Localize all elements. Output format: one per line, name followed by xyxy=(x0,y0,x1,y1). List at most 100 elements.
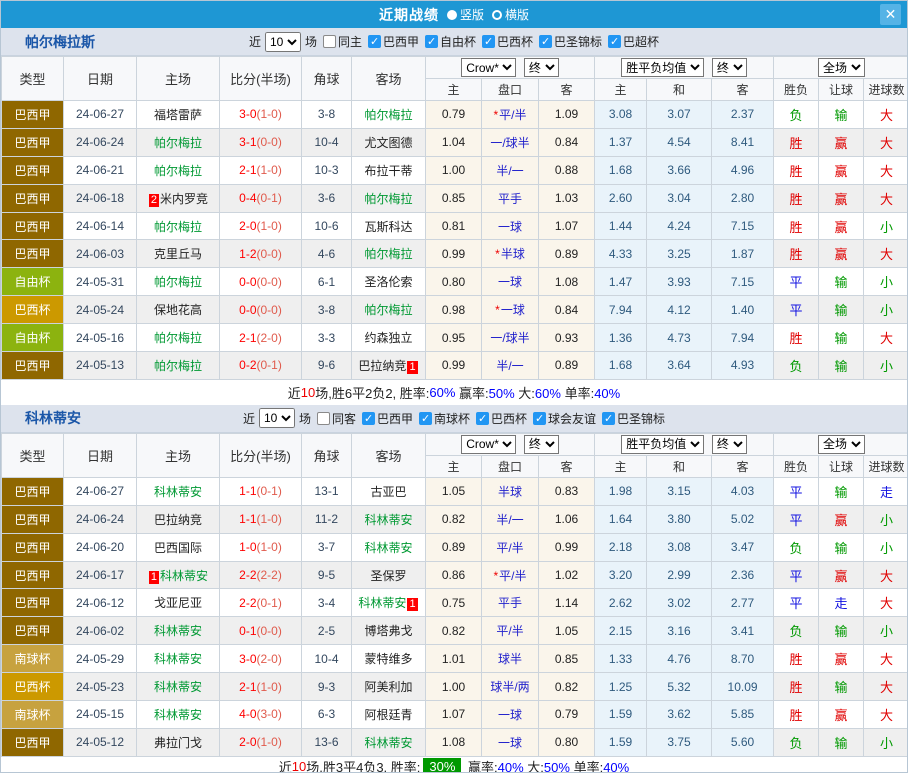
league-filter-item[interactable]: 巴圣锦标 xyxy=(539,33,602,50)
handicap-cell: 球半 xyxy=(482,645,539,673)
avg-time-select[interactable]: 终 xyxy=(712,58,747,77)
handicap-result-cell: 输 xyxy=(819,296,864,324)
avg-select[interactable]: 胜平负均值 xyxy=(621,58,704,77)
recent-results-dialog: 近期战绩 竖版 横版 ✕ 帕尔梅拉斯 近 10 场 同主 巴西甲 自由杯 巴西杯… xyxy=(0,0,908,773)
result-cell: 胜 xyxy=(774,701,819,729)
col-type: 类型 xyxy=(2,57,64,101)
checkbox-icon[interactable] xyxy=(419,412,432,425)
halftime-score: (0-1) xyxy=(257,358,282,372)
handicap-value: 平手 xyxy=(498,192,522,206)
handicap-result-cell: 赢 xyxy=(819,645,864,673)
away-team: 约森独立 xyxy=(364,331,412,345)
odds-time-select[interactable]: 终 xyxy=(524,435,559,454)
summary-part-value: 50% xyxy=(544,760,570,773)
avg-away-cell: 4.93 xyxy=(712,352,774,380)
layout-radio[interactable]: 横版 xyxy=(492,6,529,23)
red-card-badge: 1 xyxy=(149,571,159,584)
scope-select[interactable]: 全场 xyxy=(818,435,865,454)
league-filter-item[interactable]: 巴西甲 xyxy=(362,410,413,427)
close-button[interactable]: ✕ xyxy=(880,4,901,25)
avg-home-cell: 1.68 xyxy=(595,352,647,380)
home-team-cell: 保地花高 xyxy=(137,296,220,324)
handicap-result-cell: 输 xyxy=(819,324,864,352)
goals-cell: 大 xyxy=(864,561,908,589)
avg-draw-cell: 3.04 xyxy=(647,184,712,212)
result-cell: 平 xyxy=(774,477,819,505)
team-name: 科林蒂安 xyxy=(25,408,81,428)
avg-time-select[interactable]: 终 xyxy=(712,435,747,454)
league-filter-item[interactable]: 自由杯 xyxy=(425,33,476,50)
handicap-result-cell: 赢 xyxy=(819,561,864,589)
summary-record: 场,胜3平4负3, 胜率: xyxy=(306,757,420,773)
league-filter-item[interactable]: 同主 xyxy=(323,33,362,50)
home-team: 帕尔梅拉 xyxy=(154,164,202,178)
checkbox-icon[interactable] xyxy=(425,35,438,48)
recent-count-select[interactable]: 10 xyxy=(265,32,301,52)
league-filter-item[interactable]: 巴西杯 xyxy=(476,410,527,427)
odds-group-header: Crow* 终 xyxy=(426,433,595,455)
avg-away-cell: 7.15 xyxy=(712,268,774,296)
handicap-cell: 平/半 xyxy=(482,533,539,561)
odds-time-select[interactable]: 终 xyxy=(524,58,559,77)
checkbox-icon[interactable] xyxy=(482,35,495,48)
radio-icon[interactable] xyxy=(492,10,502,20)
fulltime-score: 2-2 xyxy=(239,596,256,610)
type-badge: 巴西甲 xyxy=(2,101,64,129)
scope-select[interactable]: 全场 xyxy=(818,58,865,77)
checkbox-icon[interactable] xyxy=(533,412,546,425)
league-filter-item[interactable]: 球会友谊 xyxy=(533,410,596,427)
league-filter-item[interactable]: 同客 xyxy=(317,410,356,427)
col-avg-draw: 和 xyxy=(647,455,712,477)
league-filter-item[interactable]: 巴西杯 xyxy=(482,33,533,50)
corner-cell: 9-6 xyxy=(302,352,352,380)
goals-cell: 小 xyxy=(864,268,908,296)
league-filter-item[interactable]: 巴超杯 xyxy=(608,33,659,50)
handicap-result-cell: 赢 xyxy=(819,505,864,533)
summary-games: 10 xyxy=(292,759,306,773)
away-team-cell: 古亚巴 xyxy=(352,477,426,505)
away-team-cell: 帕尔梅拉 xyxy=(352,101,426,129)
handicap-value: 半/一 xyxy=(496,164,523,178)
checkbox-icon[interactable] xyxy=(317,412,330,425)
home-team: 科林蒂安 xyxy=(154,624,202,638)
league-filter-item[interactable]: 南球杯 xyxy=(419,410,470,427)
away-team: 圣保罗 xyxy=(370,569,406,583)
checkbox-icon[interactable] xyxy=(323,35,336,48)
recent-count-select[interactable]: 10 xyxy=(259,408,295,428)
halftime-score: (3-0) xyxy=(257,707,282,721)
avg-draw-cell: 4.12 xyxy=(647,296,712,324)
handicap-result-cell: 输 xyxy=(819,101,864,129)
type-badge: 巴西甲 xyxy=(2,240,64,268)
odds-home-cell: 1.05 xyxy=(426,477,482,505)
checkbox-icon[interactable] xyxy=(368,35,381,48)
goals-cell: 小 xyxy=(864,296,908,324)
filter-bar: 近 10 场 同主 巴西甲 自由杯 巴西杯 巴圣锦标 巴超杯 xyxy=(249,32,659,52)
checkbox-icon[interactable] xyxy=(602,412,615,425)
corner-cell: 13-6 xyxy=(302,728,352,756)
league-filter-item[interactable]: 巴圣锦标 xyxy=(602,410,665,427)
summary-part-value: 40% xyxy=(603,760,629,773)
checkbox-icon[interactable] xyxy=(608,35,621,48)
radio-icon[interactable] xyxy=(447,10,457,20)
checkbox-icon[interactable] xyxy=(362,412,375,425)
avg-away-cell: 4.03 xyxy=(712,477,774,505)
league-filter-item[interactable]: 巴西甲 xyxy=(368,33,419,50)
home-team: 巴拉纳竞 xyxy=(154,513,202,527)
fulltime-score: 1-1 xyxy=(239,484,256,498)
avg-home-cell: 1.64 xyxy=(595,505,647,533)
home-team: 帕尔梅拉 xyxy=(154,359,202,373)
avg-home-cell: 1.98 xyxy=(595,477,647,505)
checkbox-icon[interactable] xyxy=(539,35,552,48)
avg-away-cell: 2.36 xyxy=(712,561,774,589)
bookmaker-select[interactable]: Crow* xyxy=(461,435,516,454)
checkbox-icon[interactable] xyxy=(476,412,489,425)
bookmaker-select[interactable]: Crow* xyxy=(461,58,516,77)
match-row: 巴西甲 24-06-17 1科林蒂安 2-2(2-2) 9-5 圣保罗 0.86… xyxy=(2,561,908,589)
layout-radio[interactable]: 竖版 xyxy=(447,6,484,23)
avg-select[interactable]: 胜平负均值 xyxy=(621,435,704,454)
handicap-result-cell: 输 xyxy=(819,617,864,645)
score-cell: 3-0(2-0) xyxy=(220,645,302,673)
col-avg-home: 主 xyxy=(595,455,647,477)
col-odds-home: 主 xyxy=(426,79,482,101)
corner-cell: 9-5 xyxy=(302,561,352,589)
